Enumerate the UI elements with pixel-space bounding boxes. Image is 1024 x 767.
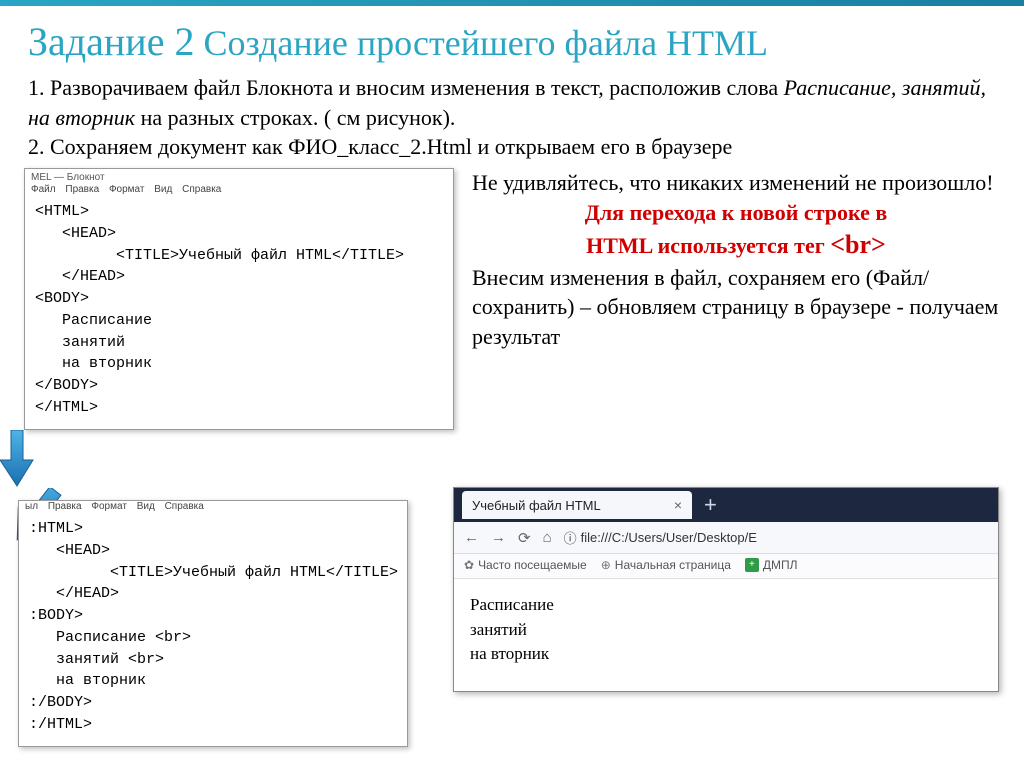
note-no-changes: Не удивляйтесь, что никаких изменений не… (472, 168, 1000, 198)
menu-edit-2[interactable]: Правка (48, 501, 82, 512)
notepad-window-2: ыл Правка Формат Вид Справка :HTML> <HEA… (18, 500, 408, 747)
menu-help[interactable]: Справка (182, 184, 221, 195)
forward-icon[interactable]: → (491, 529, 506, 546)
tab-title: Учебный файл HTML (472, 498, 601, 513)
arrow-down-icon (0, 430, 1024, 488)
close-tab-icon[interactable]: × (674, 497, 682, 513)
browser-content: Расписание занятий на вторник (454, 579, 998, 691)
notepad1-menubar: Файл Правка Формат Вид Справка (25, 184, 453, 199)
menu-file-2[interactable]: ыл (25, 501, 38, 512)
menu-help-2[interactable]: Справка (165, 501, 204, 512)
content-line-1: Расписание (470, 593, 982, 618)
url-bar[interactable]: ⓘ file:///C:/Users/User/Desktop/E (564, 528, 757, 547)
menu-file[interactable]: Файл (31, 184, 56, 195)
home-icon[interactable]: ⌂ (543, 529, 552, 546)
bookmark-dmpl[interactable]: +ДМПЛ (745, 558, 798, 572)
bookmark-startpage[interactable]: ⊕Начальная страница (601, 558, 731, 572)
title-rest: Создание простейшего файла HTML (194, 23, 768, 63)
instr-1b: на разных строках. ( см рисунок). (135, 105, 455, 130)
note-br-tag: <br> (830, 230, 886, 259)
browser-tab[interactable]: Учебный файл HTML × (462, 491, 692, 519)
content-line-3: на вторник (470, 642, 982, 667)
notepad-window-1: MEL — Блокнот Файл Правка Формат Вид Спр… (24, 168, 454, 430)
menu-edit[interactable]: Правка (65, 184, 99, 195)
notepad1-title: MEL — Блокнот (25, 169, 453, 184)
menu-format-2[interactable]: Формат (91, 501, 127, 512)
explanation-column: Не удивляйтесь, что никаких изменений не… (472, 168, 1000, 430)
bookmark-frequent[interactable]: ✿Часто посещаемые (464, 558, 587, 572)
instructions: 1. Разворачиваем файл Блокнота и вносим … (0, 73, 1024, 162)
reload-icon[interactable]: ⟳ (518, 529, 531, 547)
browser-tabstrip: Учебный файл HTML × + (454, 488, 998, 522)
note-br-line1: Для перехода к новой строке в (585, 200, 888, 225)
browser-toolbar: ← → ⟳ ⌂ ⓘ file:///C:/Users/User/Desktop/… (454, 522, 998, 554)
notepad1-code: <HTML> <HEAD> <TITLE>Учебный файл HTML</… (25, 199, 453, 429)
note-update-file: Внесим изменения в файл, сохраняем его (… (472, 263, 1000, 352)
url-text: file:///C:/Users/User/Desktop/E (581, 530, 757, 545)
gear-icon: ✿ (464, 558, 474, 572)
note-br-line2a: HTML используется тег (586, 233, 830, 258)
content-line-2: занятий (470, 618, 982, 643)
browser-window: Учебный файл HTML × + ← → ⟳ ⌂ ⓘ file:///… (453, 487, 999, 692)
instr-2: 2. Сохраняем документ как ФИО_класс_2.Ht… (28, 132, 996, 162)
notepad2-menubar: ыл Правка Формат Вид Справка (19, 501, 407, 516)
menu-view[interactable]: Вид (154, 184, 172, 195)
notepad2-code: :HTML> <HEAD> <TITLE>Учебный файл HTML</… (19, 516, 407, 746)
bookmarks-bar: ✿Часто посещаемые ⊕Начальная страница +Д… (454, 554, 998, 579)
slide-title: Задание 2 Создание простейшего файла HTM… (0, 0, 1024, 73)
new-tab-button[interactable]: + (692, 492, 729, 518)
bookmark-badge-icon: + (745, 558, 759, 572)
globe-icon: ⊕ (601, 558, 611, 572)
back-icon[interactable]: ← (464, 529, 479, 546)
menu-format[interactable]: Формат (109, 184, 145, 195)
instr-1a: 1. Разворачиваем файл Блокнота и вносим … (28, 75, 784, 100)
info-icon: ⓘ (564, 528, 577, 547)
title-prefix: Задание 2 (28, 19, 194, 64)
menu-view-2[interactable]: Вид (137, 501, 155, 512)
